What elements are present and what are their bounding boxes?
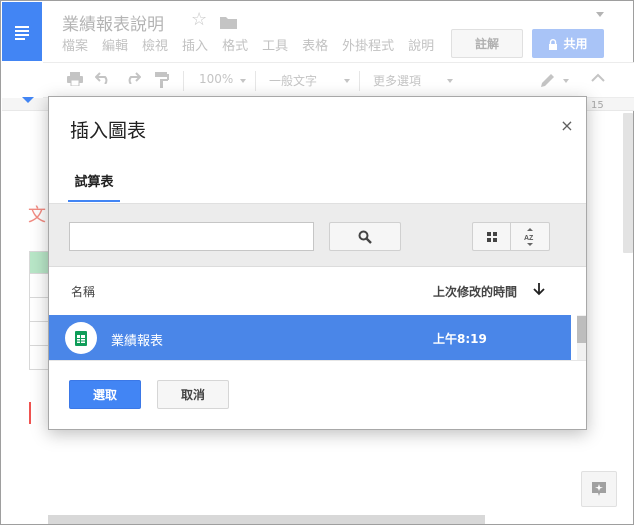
file-list-header: 名稱 上次修改的時間 (49, 267, 586, 315)
list-scrollbar-thumb[interactable] (577, 316, 586, 343)
style-caret-icon (344, 79, 350, 83)
document-text-fragment: 文 (28, 205, 46, 226)
paragraph-style-select[interactable]: 一般文字 (269, 72, 317, 89)
insert-chart-dialog: 插入圖表 × 試算表 AZ 名稱 上次修改的時間 業績報表 上午8:19 選取 … (48, 96, 587, 430)
horizontal-scrollbar[interactable] (48, 515, 485, 524)
file-list: 業績報表 上午8:19 (49, 315, 586, 360)
share-label: 共用 (563, 37, 588, 51)
toolbar-divider (183, 71, 184, 91)
explore-button[interactable] (581, 471, 617, 507)
text-cursor-marker (29, 402, 31, 424)
more-options-button[interactable]: 更多選項 (373, 72, 421, 89)
menu-help[interactable]: 說明 (408, 39, 434, 55)
menu-insert[interactable]: 插入 (182, 39, 208, 55)
cancel-button[interactable]: 取消 (157, 380, 229, 409)
file-row-selected[interactable]: 業績報表 上午8:19 (49, 315, 571, 360)
ruler-number: 15 (591, 100, 604, 111)
menu-addons[interactable]: 外掛程式 (342, 39, 394, 55)
lock-icon (548, 38, 558, 50)
folder-icon[interactable] (220, 14, 237, 33)
edit-mode-caret-icon (563, 79, 569, 83)
tab-spreadsheets[interactable]: 試算表 (68, 161, 120, 202)
zoom-caret-icon (240, 79, 246, 83)
redo-icon[interactable] (125, 72, 142, 87)
menu-table[interactable]: 表格 (302, 39, 328, 55)
sort-az-button[interactable]: AZ (511, 222, 550, 251)
collapse-caret-icon[interactable] (596, 12, 604, 17)
select-button[interactable]: 選取 (69, 380, 141, 409)
file-icon-circle (65, 322, 97, 354)
edit-mode-pencil-icon[interactable] (540, 72, 556, 91)
sort-az-icon: AZ (524, 227, 534, 246)
svg-text:AZ: AZ (524, 235, 534, 242)
menu-format[interactable]: 格式 (222, 39, 248, 55)
search-toolbar: AZ (49, 203, 586, 267)
toolbar: 100% 一般文字 更多選項 (43, 62, 634, 98)
close-icon[interactable]: × (559, 116, 575, 135)
star-icon[interactable]: ☆ (191, 10, 207, 30)
collapse-toolbar-icon[interactable] (591, 72, 605, 86)
undo-icon[interactable] (94, 72, 111, 87)
file-name: 業績報表 (111, 334, 164, 349)
vertical-scrollbar[interactable] (623, 113, 633, 253)
sort-descending-arrow-icon[interactable] (533, 281, 545, 300)
share-button[interactable]: 共用 (532, 29, 604, 58)
toolbar-divider (359, 71, 360, 91)
sheets-icon (75, 330, 87, 346)
paint-format-icon[interactable] (155, 72, 169, 91)
menu-tools[interactable]: 工具 (262, 39, 288, 55)
toolbar-divider (255, 71, 256, 91)
zoom-select[interactable]: 100% (199, 72, 233, 86)
document-title[interactable]: 業績報表說明 (62, 10, 164, 35)
column-name[interactable]: 名稱 (71, 283, 95, 300)
menu-file[interactable]: 檔案 (62, 39, 88, 55)
more-caret-icon (447, 79, 453, 83)
dialog-divider (49, 360, 586, 361)
file-modified-time: 上午8:19 (433, 332, 487, 346)
search-icon (358, 230, 372, 244)
search-button[interactable] (329, 222, 401, 251)
docs-logo-icon[interactable] (2, 2, 42, 61)
grid-view-button[interactable] (472, 222, 511, 251)
dialog-title: 插入圖表 (70, 120, 147, 142)
search-input[interactable] (69, 222, 314, 251)
indent-marker-icon[interactable] (22, 97, 34, 108)
menu-view[interactable]: 檢視 (142, 39, 168, 55)
print-icon[interactable] (67, 72, 83, 89)
column-last-modified[interactable]: 上次修改的時間 (433, 283, 517, 300)
explore-icon (592, 482, 606, 496)
comments-button[interactable]: 註解 (451, 29, 523, 58)
grid-view-icon (486, 231, 497, 242)
menu-edit[interactable]: 編輯 (102, 39, 128, 55)
menu-bar: 檔案 編輯 檢視 插入 格式 工具 表格 外掛程式 說明 (62, 39, 448, 55)
